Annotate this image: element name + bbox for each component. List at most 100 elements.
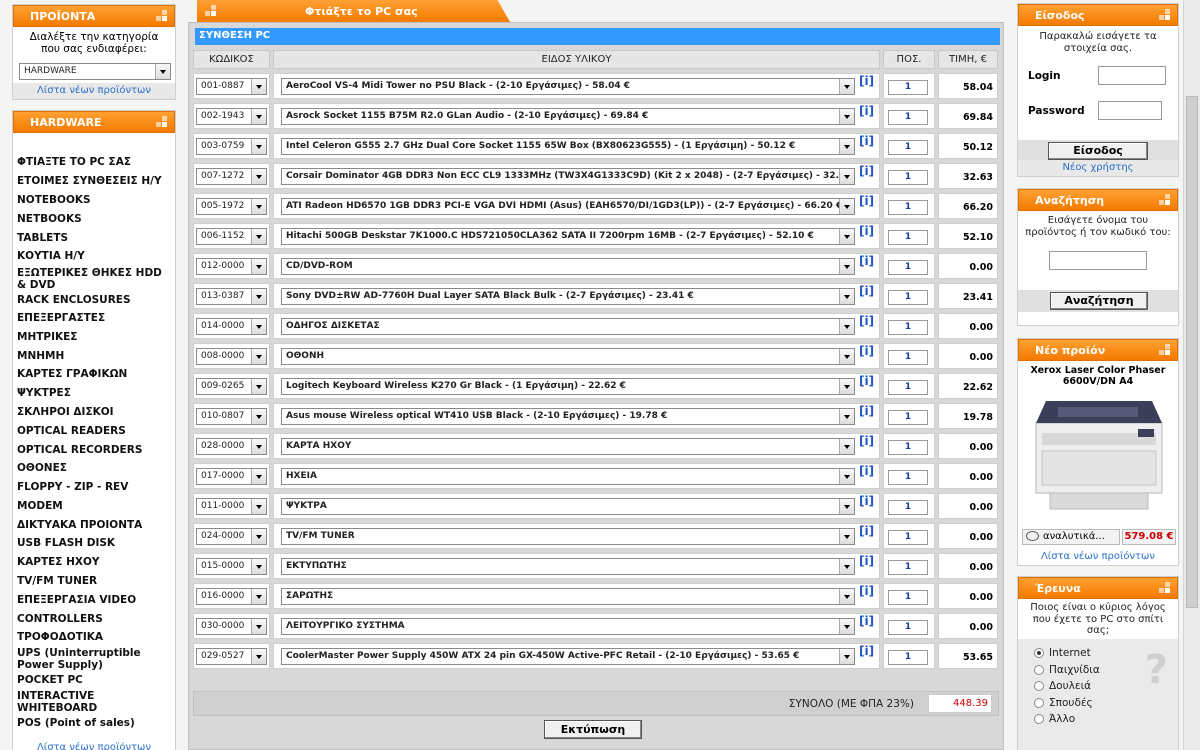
info-icon[interactable]: [i] xyxy=(859,554,874,568)
info-icon[interactable]: [i] xyxy=(859,134,874,148)
item-select[interactable]: ΟΘΟΝΗ xyxy=(281,348,855,365)
nav-item[interactable]: ΚΑΡΤΕΣ ΗΧΟΥ xyxy=(13,556,173,568)
info-icon[interactable]: [i] xyxy=(859,404,874,418)
nav-item[interactable]: NOTEBOOKS xyxy=(13,194,173,206)
nav-item[interactable]: ΜΗΤΡΙΚΕΣ xyxy=(13,331,173,343)
item-select[interactable]: Asrock Socket 1155 B75M R2.0 GLan Audio … xyxy=(281,108,855,125)
code-select[interactable]: 013-0387 xyxy=(196,288,267,305)
qty-input[interactable]: 1 xyxy=(888,620,928,635)
nav-item[interactable]: NETBOOKS xyxy=(13,213,173,225)
login-button[interactable]: Είσοδος xyxy=(1048,142,1148,160)
info-icon[interactable]: [i] xyxy=(859,74,874,88)
code-select[interactable]: 016-0000 xyxy=(196,588,267,605)
nav-item[interactable]: INTERACTIVE WHITEBOARD xyxy=(13,690,173,714)
bottom-new-products-link[interactable]: Λίστα νέων προϊόντων xyxy=(13,742,175,750)
qty-input[interactable]: 1 xyxy=(888,380,928,395)
radio-button[interactable] xyxy=(1034,664,1044,675)
item-select[interactable]: ΗΧΕΙΑ xyxy=(281,468,855,485)
code-select[interactable]: 012-0000 xyxy=(196,258,267,275)
code-select[interactable]: 015-0000 xyxy=(196,558,267,575)
item-select[interactable]: TV/FM TUNER xyxy=(281,528,855,545)
qty-input[interactable]: 1 xyxy=(888,530,928,545)
scrollbar-thumb[interactable] xyxy=(1186,96,1198,608)
search-input[interactable] xyxy=(1049,251,1147,270)
item-select[interactable]: ATI Radeon HD6570 1GB DDR3 PCI-E VGA DVI… xyxy=(281,198,855,215)
new-product-name[interactable]: Xerox Laser Color Phaser 6600V/DN A4 xyxy=(1018,361,1178,387)
radio-button[interactable] xyxy=(1034,714,1044,725)
code-select[interactable]: 005-1972 xyxy=(196,198,267,215)
info-icon[interactable]: [i] xyxy=(859,434,874,448)
code-select[interactable]: 010-0807 xyxy=(196,408,267,425)
item-select[interactable]: CoolerMaster Power Supply 450W ATX 24 pi… xyxy=(281,648,855,665)
nav-item[interactable]: TV/FM TUNER xyxy=(13,575,173,587)
nav-item[interactable]: ΕΤΟΙΜΕΣ ΣΥΝΘΕΣΕΙΣ Η/Υ xyxy=(13,175,173,187)
nav-item[interactable]: ΨΥΚΤΡΕΣ xyxy=(13,387,173,399)
item-select[interactable]: ΨΥΚΤΡΑ xyxy=(281,498,855,515)
review-link[interactable]: αναλυτικά... xyxy=(1022,529,1120,545)
code-select[interactable]: 006-1152 xyxy=(196,228,267,245)
info-icon[interactable]: [i] xyxy=(859,644,874,658)
nav-item[interactable]: ΚΟΥΤΙΑ Η/Υ xyxy=(13,250,173,262)
nav-item[interactable]: ΚΑΡΤΕΣ ΓΡΑΦΙΚΩΝ xyxy=(13,368,173,380)
nav-item[interactable]: ΕΞΩΤΕΡΙΚΕΣ ΘΗΚΕΣ HDD & DVD xyxy=(13,267,173,291)
nav-item[interactable]: TABLETS xyxy=(13,232,173,244)
item-select[interactable]: Hitachi 500GB Deskstar 7K1000.C HDS72105… xyxy=(281,228,855,245)
item-select[interactable]: Sony DVD±RW AD-7760H Dual Layer SATA Bla… xyxy=(281,288,855,305)
nav-item[interactable]: RACK ENCLOSURES xyxy=(13,294,173,306)
item-select[interactable]: Logitech Keyboard Wireless K270 Gr Black… xyxy=(281,378,855,395)
code-select[interactable]: 029-0527 xyxy=(196,648,267,665)
survey-option[interactable]: Άλλο xyxy=(1034,711,1178,728)
category-select[interactable]: HARDWARE xyxy=(19,63,171,80)
nav-item[interactable]: OPTICAL READERS xyxy=(13,425,173,437)
login-input[interactable] xyxy=(1098,66,1166,85)
info-icon[interactable]: [i] xyxy=(859,284,874,298)
item-select[interactable]: CD/DVD-ROM xyxy=(281,258,855,275)
info-icon[interactable]: [i] xyxy=(859,494,874,508)
nav-item[interactable]: ΤΡΟΦΟΔΟΤΙΚΑ xyxy=(13,631,173,643)
code-select[interactable]: 030-0000 xyxy=(196,618,267,635)
qty-input[interactable]: 1 xyxy=(888,200,928,215)
qty-input[interactable]: 1 xyxy=(888,80,928,95)
radio-button[interactable] xyxy=(1034,681,1044,692)
tab-build-pc[interactable]: Φτιάξτε το PC σας xyxy=(197,0,510,22)
radio-button[interactable] xyxy=(1034,648,1044,659)
code-select[interactable]: 017-0000 xyxy=(196,468,267,485)
info-icon[interactable]: [i] xyxy=(859,524,874,538)
code-select[interactable]: 007-1272 xyxy=(196,168,267,185)
info-icon[interactable]: [i] xyxy=(859,614,874,628)
qty-input[interactable]: 1 xyxy=(888,350,928,365)
item-select[interactable]: Asus mouse Wireless optical WT410 USB Bl… xyxy=(281,408,855,425)
qty-input[interactable]: 1 xyxy=(888,140,928,155)
search-button[interactable]: Αναζήτηση xyxy=(1050,292,1148,310)
item-select[interactable]: AeroCool VS-4 Midi Tower no PSU Black - … xyxy=(281,78,855,95)
item-select[interactable]: ΣΑΡΩΤΗΣ xyxy=(281,588,855,605)
info-icon[interactable]: [i] xyxy=(859,374,874,388)
code-select[interactable]: 028-0000 xyxy=(196,438,267,455)
info-icon[interactable]: [i] xyxy=(859,464,874,478)
qty-input[interactable]: 1 xyxy=(888,560,928,575)
nav-item[interactable]: UPS (Uninterruptible Power Supply) xyxy=(13,647,173,671)
item-select[interactable]: ΚΑΡΤΑ ΗΧΟΥ xyxy=(281,438,855,455)
qty-input[interactable]: 1 xyxy=(888,590,928,605)
nav-item[interactable]: POCKET PC xyxy=(13,674,173,686)
nav-item[interactable]: ΔΙΚΤΥΑΚΑ ΠΡΟΙΟΝΤΑ xyxy=(13,519,173,531)
nav-item[interactable]: ΕΠΕΞΕΡΓΑΣΤΕΣ xyxy=(13,312,173,324)
qty-input[interactable]: 1 xyxy=(888,260,928,275)
item-select[interactable]: Intel Celeron G555 2.7 GHz Dual Core Soc… xyxy=(281,138,855,155)
password-input[interactable] xyxy=(1098,101,1162,120)
qty-input[interactable]: 1 xyxy=(888,170,928,185)
survey-option[interactable]: Σπουδές xyxy=(1034,695,1178,712)
radio-button[interactable] xyxy=(1034,697,1044,708)
page-scrollbar[interactable] xyxy=(1183,0,1200,750)
qty-input[interactable]: 1 xyxy=(888,500,928,515)
nav-item[interactable]: ΣΚΛΗΡΟΙ ΔΙΣΚΟΙ xyxy=(13,406,173,418)
nav-item[interactable]: OPTICAL RECORDERS xyxy=(13,444,173,456)
qty-input[interactable]: 1 xyxy=(888,410,928,425)
new-products-link[interactable]: Λίστα νέων προϊόντων xyxy=(13,83,175,99)
code-select[interactable]: 008-0000 xyxy=(196,348,267,365)
nav-item[interactable]: ΜΝΗΜΗ xyxy=(13,350,173,362)
qty-input[interactable]: 1 xyxy=(888,230,928,245)
nav-item[interactable]: USB FLASH DISK xyxy=(13,537,173,549)
nav-item[interactable]: ΦΤΙΑΞΤΕ ΤΟ PC ΣΑΣ xyxy=(13,156,173,168)
nav-item[interactable]: ΟΘΟΝΕΣ xyxy=(13,462,173,474)
